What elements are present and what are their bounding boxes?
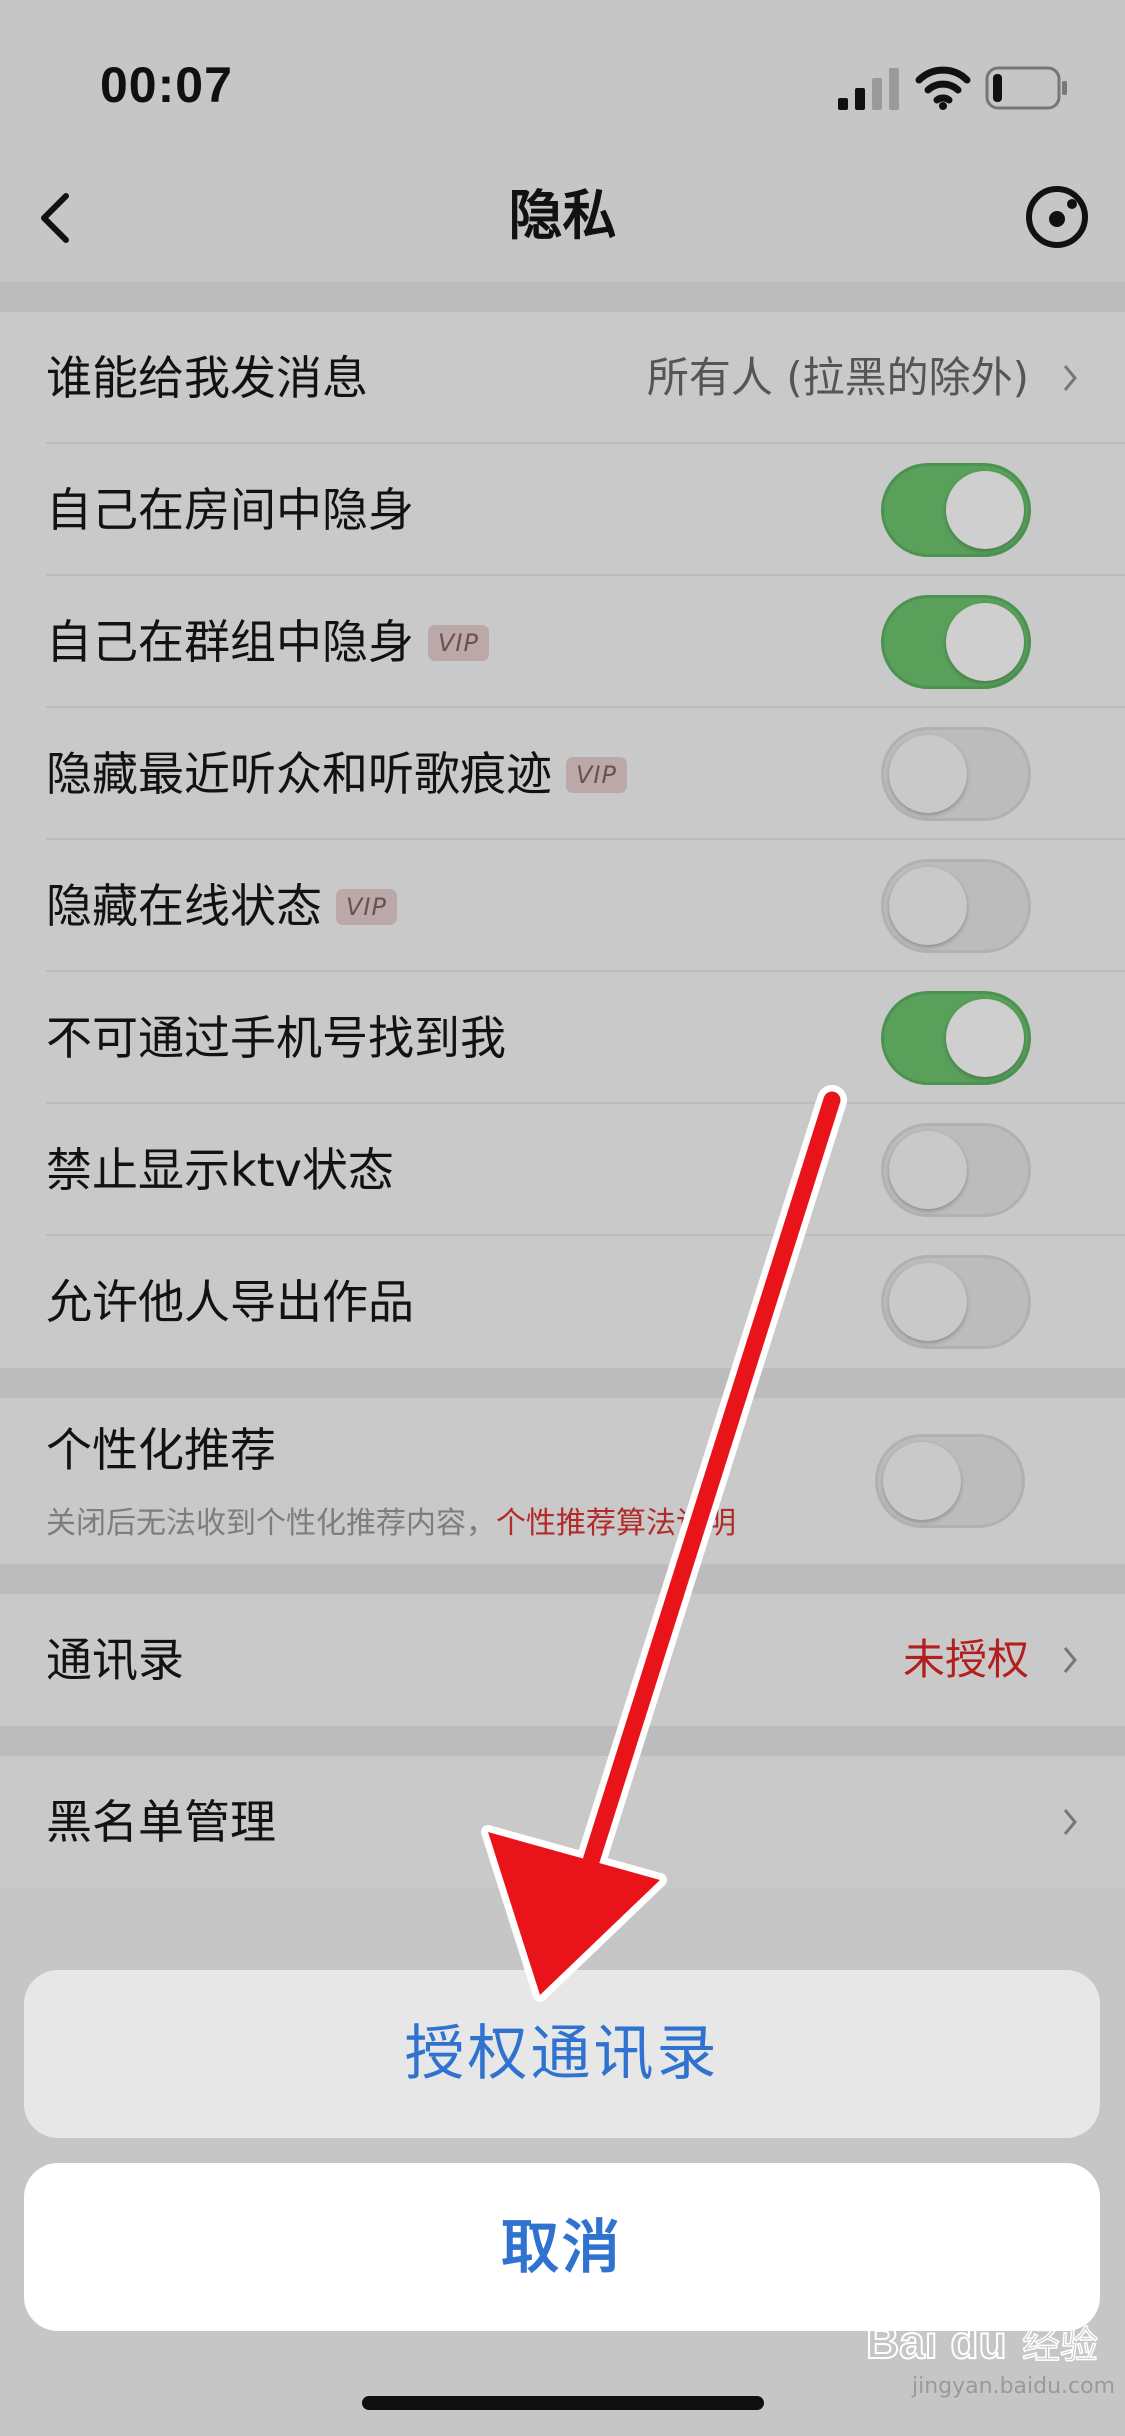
home-indicator: [362, 2396, 764, 2410]
svg-text:Bai du: Bai du: [866, 2316, 1007, 2368]
svg-text:经验: 经验: [1022, 2323, 1098, 2367]
watermark-url: jingyan.baidu.com: [912, 2374, 1116, 2399]
annotation-arrow: [481, 1085, 847, 2002]
